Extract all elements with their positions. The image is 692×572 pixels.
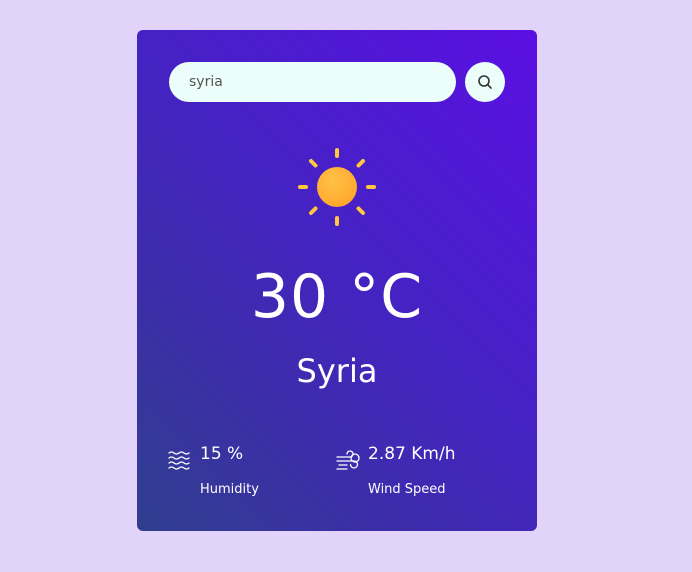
temperature-value: 30 °C xyxy=(250,262,424,332)
waves-icon xyxy=(168,451,190,470)
search-icon xyxy=(478,75,492,89)
humidity-value: 15 % xyxy=(200,444,244,464)
humidity-detail: 15 % Humidity xyxy=(167,442,317,502)
search-button[interactable] xyxy=(465,62,505,102)
city-name: Syria xyxy=(296,352,378,390)
wind-detail: 2.87 Km/h Wind Speed xyxy=(335,442,525,502)
sun-icon xyxy=(298,148,376,226)
wind-value: 2.87 Km/h xyxy=(368,444,456,464)
search-input[interactable] xyxy=(169,62,456,102)
weather-card: 30 °C Syria 15 % Humidity 2.87 Km/h Wind… xyxy=(137,30,537,531)
wind-icon xyxy=(336,450,360,470)
search-bar xyxy=(169,62,505,102)
wind-label: Wind Speed xyxy=(368,482,446,497)
humidity-label: Humidity xyxy=(200,482,259,497)
